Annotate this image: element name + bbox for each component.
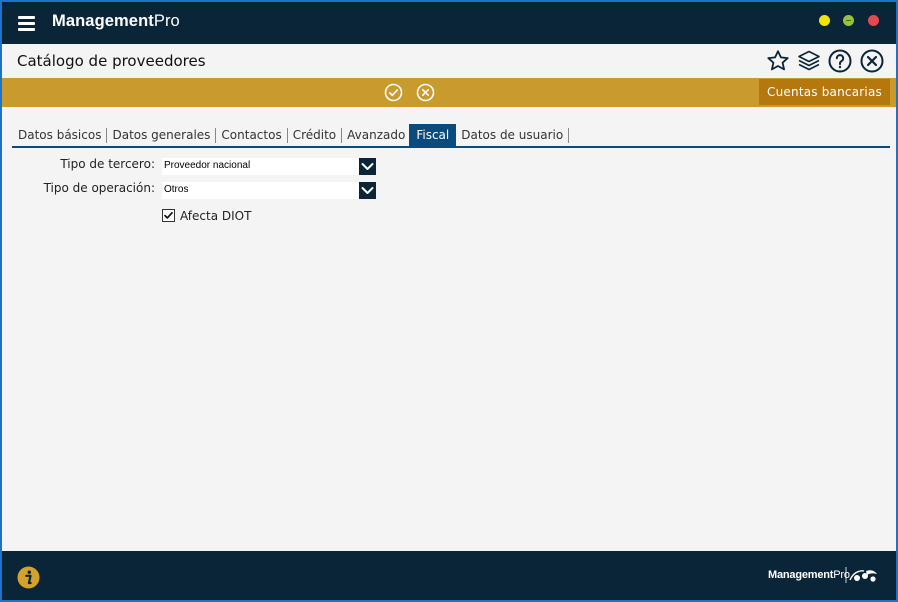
title-bar: Catálogo de proveedores bbox=[2, 44, 896, 78]
app-title: ManagementPro bbox=[52, 12, 180, 30]
bank-accounts-button[interactable]: Cuentas bancarias bbox=[759, 79, 890, 105]
action-bar: Cuentas bancarias bbox=[2, 78, 896, 107]
afecta-diot-label: Afecta DIOT bbox=[180, 209, 252, 223]
chevron-down-icon[interactable] bbox=[359, 158, 376, 175]
info-icon[interactable] bbox=[17, 566, 40, 589]
tab-avanzado[interactable]: Avanzado bbox=[342, 128, 410, 143]
app-window: ManagementPro Catálogo de proveedores Cu… bbox=[0, 0, 898, 602]
tab-fiscal[interactable]: Fiscal bbox=[409, 124, 457, 146]
tipo-tercero-select[interactable]: Proveedor nacional bbox=[162, 158, 376, 175]
footer-logo-text: ManagementPro bbox=[768, 569, 850, 581]
tipo-operacion-label: Tipo de operación: bbox=[43, 181, 155, 195]
window-close-button[interactable] bbox=[868, 15, 879, 26]
help-icon[interactable] bbox=[827, 48, 853, 74]
hamburger-menu-icon[interactable] bbox=[18, 16, 35, 31]
footer-bar: ManagementPro bbox=[2, 551, 896, 600]
afecta-diot-checkbox[interactable] bbox=[162, 209, 175, 222]
chevron-down-icon[interactable] bbox=[359, 182, 376, 199]
cancel-x-icon[interactable] bbox=[416, 83, 435, 102]
maximize-button[interactable] bbox=[843, 15, 854, 26]
tipo-tercero-value: Proveedor nacional bbox=[164, 160, 251, 171]
page-title: Catálogo de proveedores bbox=[17, 52, 206, 70]
checkmark-icon bbox=[164, 211, 173, 219]
tipo-tercero-label: Tipo de tercero: bbox=[60, 157, 155, 171]
minimize-button[interactable] bbox=[819, 15, 830, 26]
tipo-operacion-select[interactable]: Otros bbox=[162, 182, 376, 199]
tipo-operacion-value: Otros bbox=[164, 184, 189, 195]
tab-datos-generales[interactable]: Datos generales bbox=[107, 128, 217, 143]
close-circle-icon[interactable] bbox=[859, 48, 885, 74]
tab-strip: Datos básicos Datos generales Contactos … bbox=[12, 124, 570, 146]
tab-datos-basicos[interactable]: Datos básicos bbox=[12, 128, 108, 143]
star-icon[interactable] bbox=[765, 48, 791, 74]
layers-icon[interactable] bbox=[796, 48, 822, 74]
tab-credito[interactable]: Crédito bbox=[288, 128, 343, 143]
brand-mark-icon bbox=[845, 565, 879, 585]
accept-check-icon[interactable] bbox=[384, 83, 403, 102]
tab-underline bbox=[12, 146, 890, 148]
tab-contactos[interactable]: Contactos bbox=[216, 128, 288, 143]
tab-datos-de-usuario[interactable]: Datos de usuario bbox=[456, 128, 570, 143]
top-bar: ManagementPro bbox=[2, 2, 896, 44]
